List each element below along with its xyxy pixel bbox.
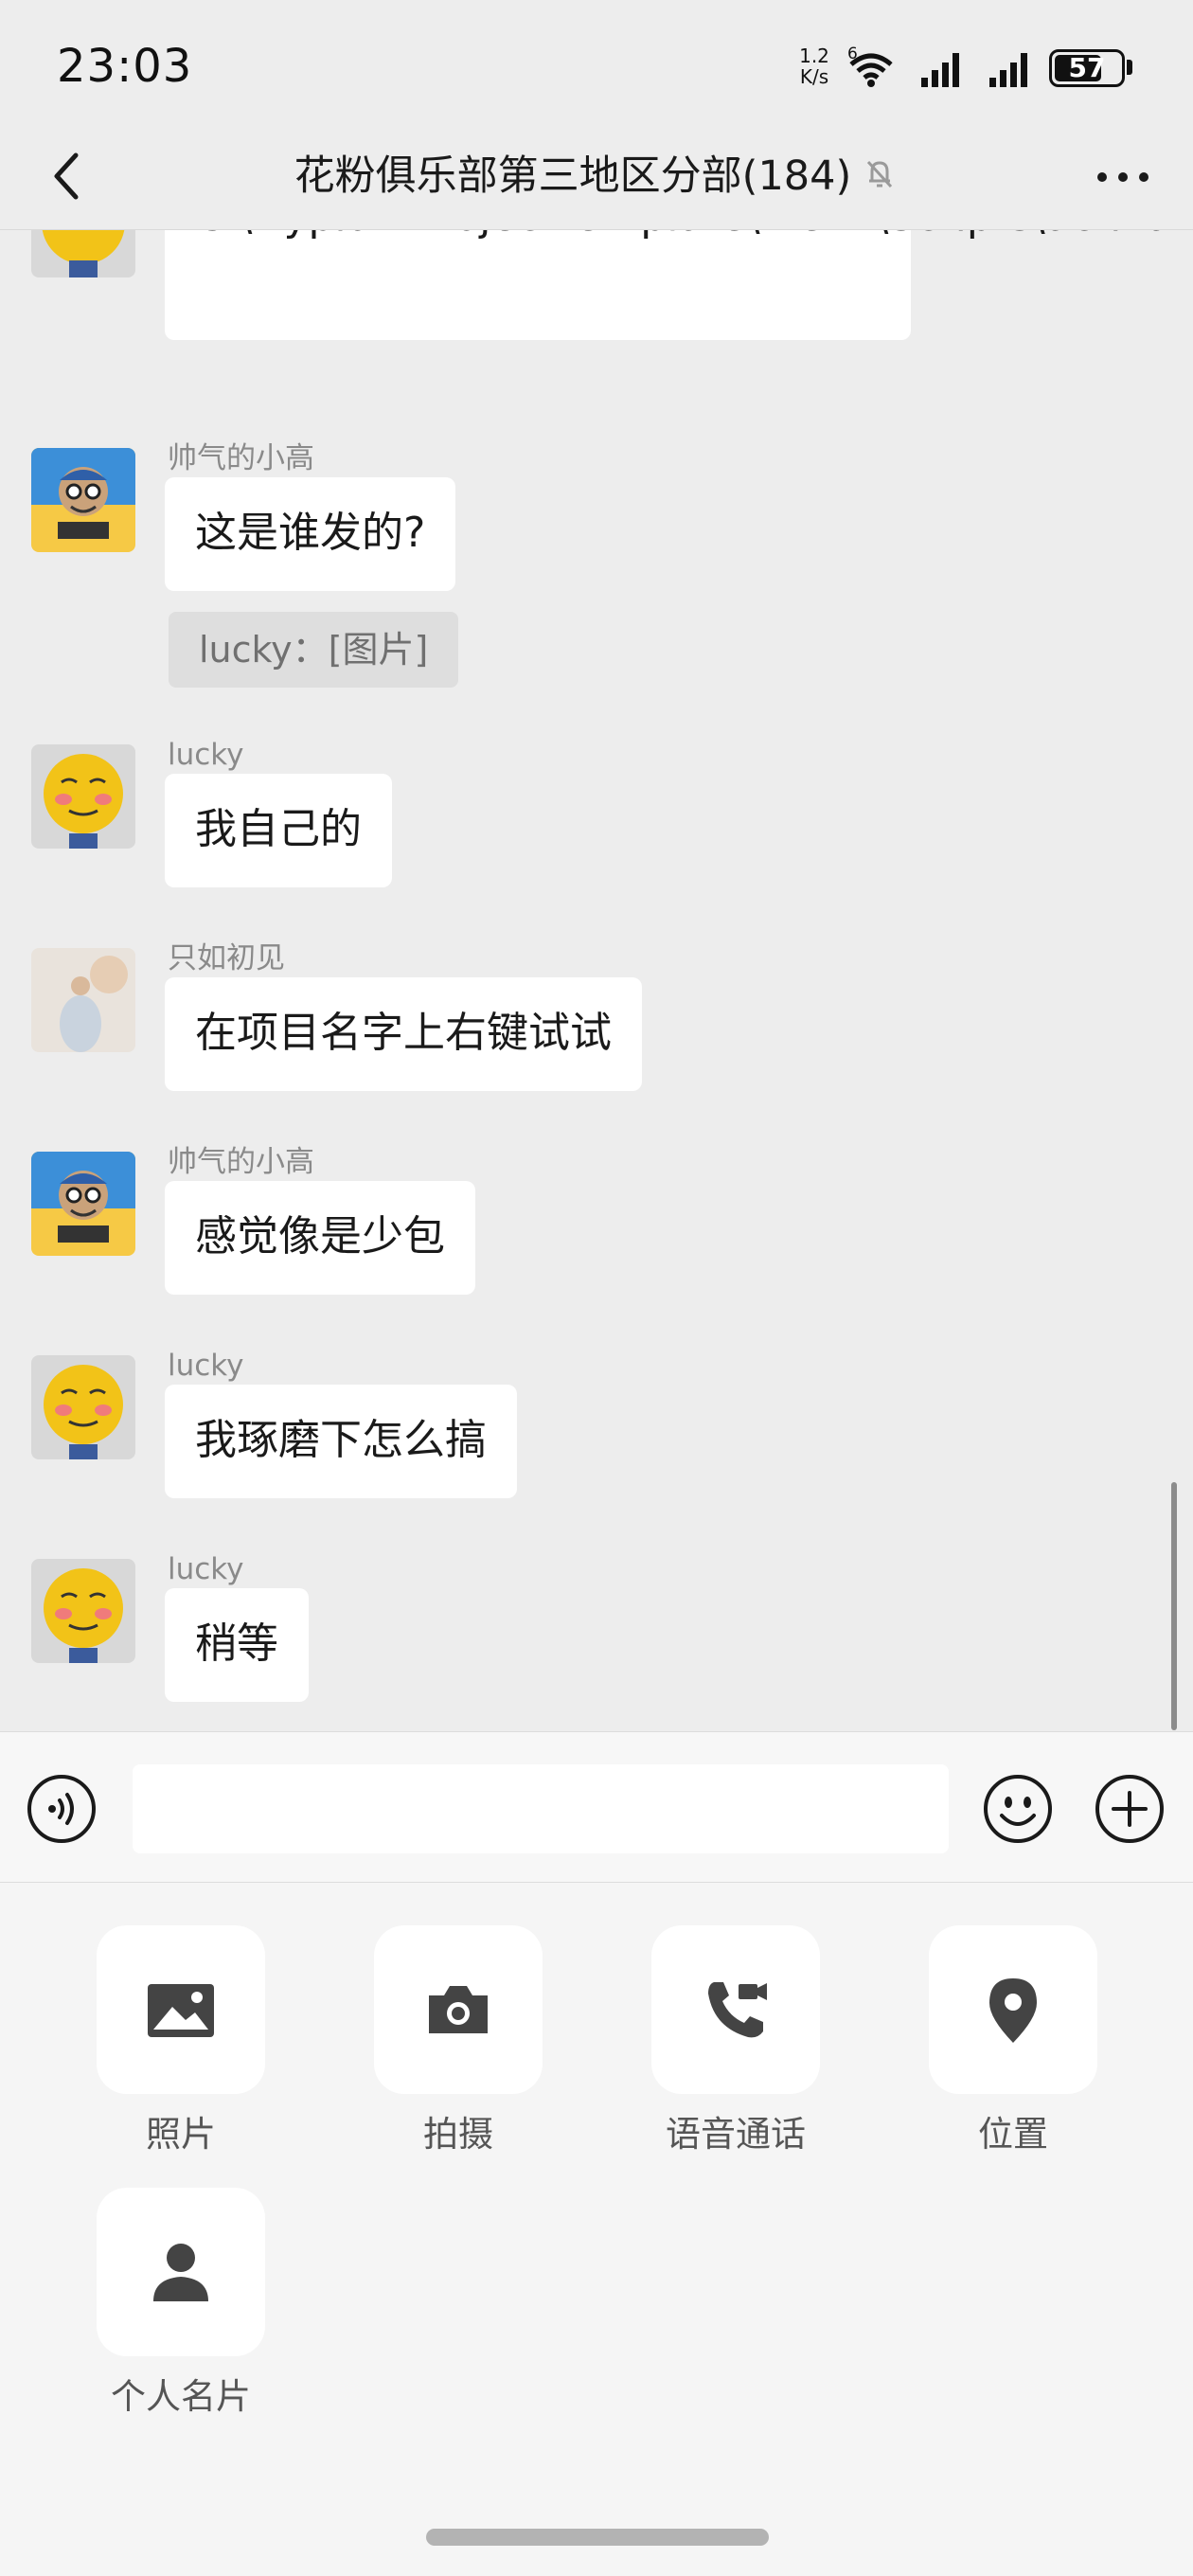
- quoted-message[interactable]: lucky：[图片]: [169, 612, 459, 688]
- message-input[interactable]: [133, 1764, 949, 1853]
- tool-label: 语音通话: [666, 2114, 806, 2155]
- message-bubble[interactable]: 这是谁发的?: [165, 477, 456, 591]
- camera-icon: [429, 1986, 488, 2033]
- photo-avatar[interactable]: [31, 948, 135, 1052]
- tool-label: 个人名片: [111, 2376, 251, 2417]
- chat-title: 花粉俱乐部第三地区分部(184): [151, 148, 1042, 207]
- chat-header: 花粉俱乐部第三地区分部(184): [0, 123, 1193, 230]
- battery-level: 57: [1068, 52, 1106, 83]
- tool-photo[interactable]: 照片: [97, 1925, 265, 2158]
- more-button[interactable]: [1089, 142, 1157, 210]
- yellow-face-avatar[interactable]: [31, 1355, 135, 1459]
- bell-off-icon: [861, 151, 899, 207]
- tool-voice-call[interactable]: 语音通话: [651, 1925, 820, 2158]
- monkey-avatar[interactable]: [31, 1152, 135, 1256]
- sender-name: 只如初见: [168, 941, 285, 975]
- network-speed-unit: K/s: [799, 65, 829, 88]
- image-icon: [148, 1984, 214, 2037]
- tool-camera[interactable]: 拍摄: [374, 1925, 543, 2158]
- tool-label: 位置: [978, 2114, 1048, 2155]
- tool-location[interactable]: 位置: [929, 1925, 1097, 2158]
- emoji-button[interactable]: [983, 1774, 1053, 1844]
- message-bubble[interactable]: 我琢磨下怎么搞: [165, 1385, 517, 1498]
- more-horizontal-icon: [1097, 172, 1148, 182]
- scrollbar[interactable]: [1171, 1482, 1177, 1730]
- phone-video-icon: [708, 1982, 767, 2038]
- sender-name: lucky: [168, 1552, 244, 1586]
- more-functions-button[interactable]: [1095, 1774, 1165, 1844]
- sender-name: 帅气的小高: [168, 441, 314, 475]
- message-bubble[interactable]: 我自己的: [165, 774, 392, 887]
- battery-tip: [1127, 60, 1132, 75]
- yellow-face-avatar[interactable]: [31, 744, 135, 849]
- monkey-avatar[interactable]: [31, 448, 135, 552]
- sender-name: lucky: [168, 1349, 244, 1383]
- message-list[interactable]: C:\HypiumProjectTemplate\.venv\Scripts\a…: [0, 230, 1193, 1731]
- input-bar: [0, 1731, 1193, 1883]
- yellow-face-avatar[interactable]: [31, 1559, 135, 1663]
- wifi-signal-icons: 6: [847, 45, 1027, 87]
- message-bubble[interactable]: C:\HypiumProjectTemplate\.venv\Scripts\a…: [165, 230, 1193, 340]
- tool-contact-card[interactable]: 个人名片: [97, 2188, 265, 2421]
- network-speed: 1.2 K/s: [793, 45, 835, 87]
- location-pin-icon: [989, 1978, 1037, 2043]
- tool-label: 拍摄: [423, 2114, 493, 2155]
- message-bubble[interactable]: 感觉像是少包: [165, 1181, 475, 1295]
- yellow-face-avatar[interactable]: [31, 230, 135, 277]
- message-bubble[interactable]: 稍等: [165, 1588, 309, 1702]
- status-bar: 23:03 1.2 K/s 6 57: [0, 0, 1193, 123]
- voice-button[interactable]: [27, 1774, 97, 1844]
- back-button[interactable]: [34, 142, 102, 210]
- network-speed-value: 1.2: [799, 45, 829, 67]
- extension-panel: 照片 拍摄 语音通话 位置 个人名片: [0, 1883, 1193, 2576]
- plus-circle-icon: [1095, 1775, 1164, 1843]
- sender-name: 帅气的小高: [168, 1145, 314, 1179]
- voice-icon: [27, 1775, 96, 1843]
- sender-name: lucky: [168, 738, 244, 772]
- message-bubble[interactable]: 在项目名字上右键试试: [165, 977, 642, 1091]
- group-name: 花粉俱乐部第三地区分部(184): [294, 152, 852, 200]
- status-icons: 6: [847, 44, 1037, 95]
- home-indicator[interactable]: [426, 2529, 769, 2546]
- person-icon: [153, 2244, 208, 2301]
- battery-icon: 57: [1049, 49, 1125, 87]
- tool-label: 照片: [146, 2114, 216, 2155]
- emoji-icon: [984, 1775, 1052, 1843]
- chevron-left-icon: [54, 152, 79, 200]
- status-time: 23:03: [57, 40, 193, 93]
